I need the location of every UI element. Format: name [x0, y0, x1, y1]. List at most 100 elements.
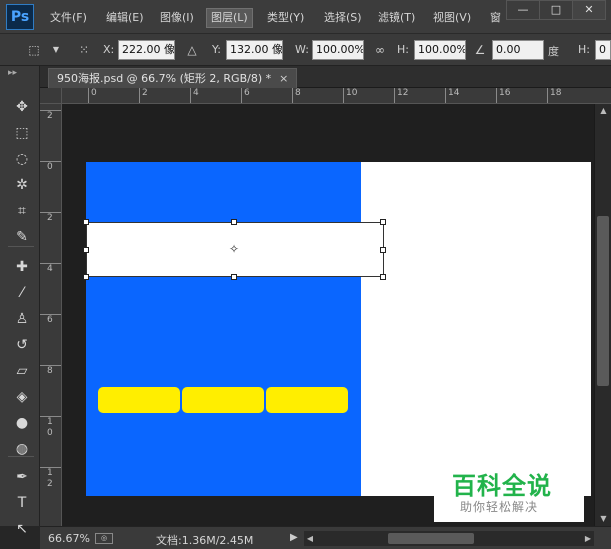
ruler-left-tick: 2 — [40, 212, 61, 224]
ruler-top-tick: 16 — [496, 88, 510, 103]
marquee-tool-icon[interactable]: ⬚ — [10, 122, 34, 144]
ruler-top-tick: 18 — [547, 88, 561, 103]
x-label: X: — [103, 43, 115, 56]
eraser-tool-icon[interactable]: ▱ — [10, 360, 34, 382]
menu-view[interactable]: 视图(V) — [433, 9, 471, 27]
h-skew-label: H: — [578, 43, 590, 56]
menu-file[interactable]: 文件(F) — [50, 9, 87, 27]
ruler-left-tick: 2 — [40, 110, 61, 122]
document-tab-strip: 950海报.psd @ 66.7% (矩形 2, RGB/8) * × — [40, 66, 611, 88]
tool-separator — [8, 246, 34, 247]
transform-handle-top-right[interactable] — [380, 219, 386, 225]
menu-bar: Ps 文件(F) 编辑(E) 图像(I) 图层(L) 类型(Y) 选择(S) 滤… — [0, 0, 611, 34]
yellow-rounded-rect-1[interactable] — [98, 387, 180, 413]
width-input[interactable]: 100.00% — [312, 40, 364, 60]
scroll-down-icon[interactable]: ▼ — [595, 512, 611, 526]
brush-tool-icon[interactable]: ⁄ — [10, 282, 34, 304]
transform-handle-top-center[interactable] — [231, 219, 237, 225]
horizontal-scroll-thumb[interactable] — [388, 533, 474, 544]
height-input[interactable]: 100.00% — [414, 40, 466, 60]
yellow-rounded-rect-3[interactable] — [266, 387, 348, 413]
tab-close-icon[interactable]: × — [279, 72, 288, 85]
x-input[interactable]: 222.00 像素 — [118, 40, 175, 60]
width-label: W: — [295, 43, 309, 56]
transform-handle-top-left[interactable] — [83, 219, 89, 225]
menu-edit[interactable]: 编辑(E) — [106, 9, 144, 27]
horizontal-ruler[interactable]: 0 2 4 6 8 10 12 14 16 18 — [62, 88, 611, 104]
ruler-top-tick: 0 — [88, 88, 97, 103]
menu-layer[interactable]: 图层(L) — [206, 8, 253, 28]
eyedropper-tool-icon[interactable]: ✎ — [10, 226, 34, 248]
menu-filter[interactable]: 滤镜(T) — [378, 9, 415, 27]
transform-handle-bottom-left[interactable] — [83, 274, 89, 280]
document-tab-title: 950海报.psd @ 66.7% (矩形 2, RGB/8) * — [57, 72, 272, 85]
watermark-title: 百科全说 — [452, 472, 552, 500]
angle-unit: 度 — [548, 45, 559, 58]
scroll-up-icon[interactable]: ▲ — [595, 104, 611, 118]
pen-tool-icon[interactable]: ✒ — [10, 466, 34, 488]
clone-stamp-tool-icon[interactable]: ♙ — [10, 308, 34, 330]
vertical-scrollbar[interactable]: ▲ ▼ — [594, 104, 611, 526]
transform-tool-icon[interactable]: ⬚ — [26, 42, 42, 58]
ruler-top-tick: 2 — [139, 88, 148, 103]
document-tab[interactable]: 950海报.psd @ 66.7% (矩形 2, RGB/8) * × — [48, 68, 298, 88]
minimize-button[interactable]: — — [506, 0, 540, 20]
watermark-logo: 百科全说 助你轻松解决 — [434, 462, 584, 522]
ruler-origin[interactable] — [40, 88, 62, 104]
transform-center-icon[interactable]: ✧ — [228, 243, 240, 255]
path-selection-tool-icon[interactable]: ↖ — [10, 518, 34, 540]
vertical-ruler[interactable]: 2 0 2 4 6 8 1 0 1 2 — [40, 104, 62, 526]
photoshop-logo: Ps — [6, 4, 34, 30]
horizontal-scrollbar[interactable]: ◀ ▶ — [304, 531, 594, 546]
chevron-down-icon[interactable]: ▼ — [48, 42, 64, 58]
close-button[interactable]: ✕ — [572, 0, 606, 20]
vertical-scroll-thumb[interactable] — [597, 216, 609, 386]
crop-tool-icon[interactable]: ⌗ — [10, 200, 34, 222]
scroll-left-icon[interactable]: ◀ — [304, 531, 316, 546]
history-brush-tool-icon[interactable]: ↺ — [10, 334, 34, 356]
transform-handle-bottom-right[interactable] — [380, 274, 386, 280]
link-icon[interactable]: ∞ — [372, 42, 388, 58]
angle-input[interactable]: 0.00 — [492, 40, 544, 60]
relative-position-icon[interactable]: △ — [184, 42, 200, 58]
reference-point-icon[interactable]: ⁙ — [76, 42, 92, 58]
ruler-top-tick: 6 — [241, 88, 250, 103]
paint-bucket-tool-icon[interactable]: ◈ — [10, 386, 34, 408]
height-label: H: — [397, 43, 409, 56]
menu-select[interactable]: 选择(S) — [324, 9, 362, 27]
type-tool-icon[interactable]: T — [10, 492, 34, 514]
menu-image[interactable]: 图像(I) — [160, 9, 194, 27]
ruler-top-tick: 4 — [190, 88, 199, 103]
blur-tool-icon[interactable]: ● — [10, 412, 34, 434]
status-menu-arrow-icon[interactable]: ▶ — [290, 532, 298, 543]
magic-wand-tool-icon[interactable]: ✲ — [10, 174, 34, 196]
ruler-left-tick: 8 — [40, 365, 61, 377]
maximize-button[interactable]: □ — [539, 0, 573, 20]
ruler-left-tick: 6 — [40, 314, 61, 326]
h-skew-input[interactable]: 0 — [595, 40, 611, 60]
document-size-info: 文档:1.36M/2.45M — [156, 534, 254, 547]
ruler-left-tick: 1 0 — [40, 416, 61, 439]
proof-icon[interactable]: ◎ — [95, 533, 113, 544]
ruler-left-tick: 4 — [40, 263, 61, 275]
ruler-top-tick: 14 — [445, 88, 459, 103]
zoom-level[interactable]: 66.67% — [48, 532, 90, 545]
healing-brush-tool-icon[interactable]: ✚ — [10, 256, 34, 278]
menu-window[interactable]: 窗 — [490, 9, 501, 27]
move-tool-icon[interactable]: ✥ — [10, 96, 34, 118]
ruler-left-tick: 1 2 — [40, 467, 61, 490]
transform-handle-middle-right[interactable] — [380, 247, 386, 253]
watermark-subtitle: 助你轻松解决 — [460, 500, 539, 514]
menu-type[interactable]: 类型(Y) — [267, 9, 304, 27]
transform-handle-bottom-center[interactable] — [231, 274, 237, 280]
options-bar: ⬚ ▼ ⁙ X: 222.00 像素 △ Y: 132.00 像素 W: 100… — [0, 34, 611, 66]
tool-separator — [8, 456, 34, 457]
ruler-top-tick: 8 — [292, 88, 301, 103]
lasso-tool-icon[interactable]: ◌ — [10, 148, 34, 170]
yellow-rounded-rect-2[interactable] — [182, 387, 264, 413]
scroll-right-icon[interactable]: ▶ — [582, 531, 594, 546]
blue-rectangle-layer[interactable] — [86, 162, 361, 496]
y-input[interactable]: 132.00 像素 — [226, 40, 283, 60]
panel-collapse-icon[interactable]: ▸▸ — [0, 66, 40, 80]
transform-handle-middle-left[interactable] — [83, 247, 89, 253]
